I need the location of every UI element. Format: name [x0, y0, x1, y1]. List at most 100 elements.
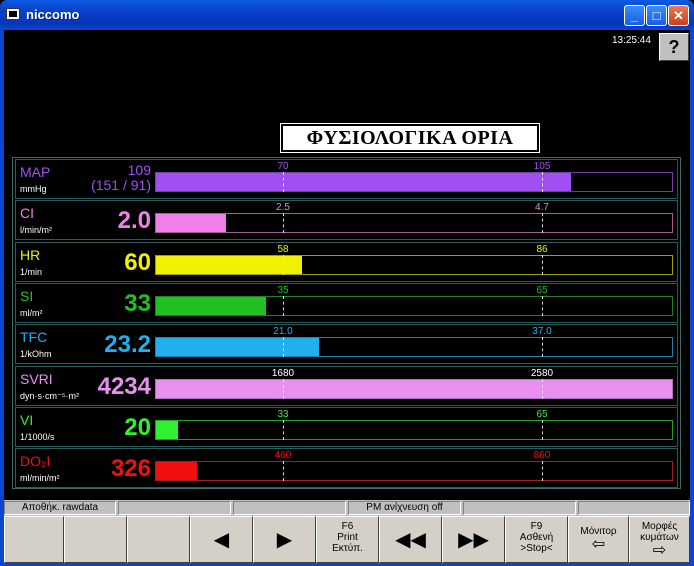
close-button[interactable]: ✕ [668, 5, 689, 26]
range-high-label: 65 [536, 284, 548, 296]
close-icon: ✕ [673, 8, 684, 23]
arrow-left-icon: ⇦ [591, 536, 606, 553]
print-label: Print [337, 532, 358, 543]
param-bar-track [155, 254, 673, 275]
param-bar-fill [156, 173, 572, 191]
title-bar: niccomo _ □ ✕ [0, 0, 694, 30]
param-row-map: MAP mmHg 109 (151 / 91) 70 105 [15, 159, 678, 199]
arrow-right-icon: ⇨ [652, 542, 667, 559]
maximize-button[interactable]: □ [646, 5, 667, 26]
parameters-panel: MAP mmHg 109 (151 / 91) 70 105 CI l/min/m² 2.0 2.… [12, 157, 681, 489]
range-low-label: 70 [277, 161, 289, 172]
param-bar-fill [156, 296, 266, 315]
status-field-6 [578, 501, 690, 515]
fkey-empty-3[interactable] [127, 516, 190, 563]
param-value: 326 [110, 455, 151, 483]
rewind-button[interactable]: ◀◀ [379, 516, 442, 563]
status-bar: Αποθήκ. rawdata PM ανίχνευση off [4, 500, 690, 516]
param-row-do₂i: DO₂I ml/min/m² 326 460 860 [15, 448, 678, 489]
range-high-label: 4.7 [535, 202, 549, 214]
param-value: 4234 [97, 372, 151, 400]
range-low-label: 1680 [271, 367, 295, 379]
param-bar-fill [156, 338, 319, 357]
patient-stop-button[interactable]: F9 Ασθενή >Stop< [505, 516, 568, 563]
param-bar-track [155, 213, 673, 234]
param-bar-fill [156, 420, 179, 439]
monitor-button[interactable]: Μόνιτορ ⇦ [568, 516, 629, 563]
range-low-marker [283, 172, 284, 192]
param-name: SI [20, 287, 34, 304]
app-icon [6, 8, 20, 20]
range-low-marker [283, 461, 284, 482]
range-low-marker [283, 419, 284, 440]
range-low-marker [283, 254, 284, 275]
param-unit: 1/kOhm [20, 349, 52, 360]
range-low-label: 2.5 [276, 202, 290, 214]
param-unit: mmHg [20, 184, 47, 194]
param-value-group: 109 (151 / 91) [91, 163, 151, 193]
param-bar-fill [156, 214, 226, 233]
help-button[interactable]: ? [659, 33, 689, 61]
range-high-label: 860 [533, 450, 551, 462]
param-unit: 1/1000/s [20, 431, 55, 442]
param-unit: dyn·s·cm⁻⁵·m² [20, 390, 79, 401]
page-title: ΦΥΣΙΟΛΟΓΙΚΑ ΟΡΙΑ [281, 124, 539, 152]
param-unit: ml/min/m² [20, 473, 60, 484]
maximize-icon: □ [652, 8, 661, 23]
triangle-right-icon: ▶ [276, 529, 293, 551]
range-high-marker [542, 254, 543, 275]
param-name: DO₂I [20, 453, 51, 470]
range-low-label: 460 [274, 450, 292, 462]
param-row-hr: HR 1/min 60 58 86 [15, 241, 678, 282]
status-field-5 [463, 501, 576, 515]
param-value: 23.2 [104, 331, 151, 359]
status-field-3 [233, 501, 346, 515]
param-bar-track [155, 461, 673, 482]
param-name: CI [20, 205, 34, 222]
param-bar-track [155, 337, 673, 358]
next-button[interactable]: ▶ [253, 516, 316, 563]
param-value: 33 [124, 289, 151, 317]
range-high-label: 86 [536, 243, 548, 255]
param-bar-track [155, 419, 673, 440]
print-button[interactable]: F6 Print Εκτύπ. [316, 516, 379, 563]
range-low-label: 35 [277, 284, 289, 296]
waveforms-button[interactable]: Μορφές κυμάτων ⇨ [629, 516, 690, 563]
previous-button[interactable]: ◀ [190, 516, 253, 563]
range-high-marker [542, 461, 543, 482]
param-value: 20 [124, 413, 151, 441]
param-sub-value: (151 / 91) [91, 177, 151, 193]
fkey-empty-1[interactable] [4, 516, 64, 563]
waveforms-label-1: Μορφές [641, 521, 678, 532]
param-name: HR [20, 246, 41, 263]
param-row-ci: CI l/min/m² 2.0 2.5 4.7 [15, 200, 678, 241]
status-pm-detection: PM ανίχνευση off [348, 501, 461, 515]
range-high-label: 65 [536, 408, 548, 420]
param-row-tfc: TFC 1/kOhm 23.2 21.0 37.0 [15, 324, 678, 365]
param-row-svri: SVRI dyn·s·cm⁻⁵·m² 4234 1680 2580 [15, 365, 678, 406]
param-row-vi: VI 1/1000/s 20 33 65 [15, 406, 678, 447]
window-title: niccomo [26, 7, 80, 22]
range-high-marker [542, 378, 543, 399]
range-low-marker [283, 378, 284, 399]
range-high-label: 105 [533, 161, 551, 172]
triangle-left-icon: ◀ [213, 529, 230, 551]
f9-key-label: F9 [530, 521, 543, 532]
fast-forward-button[interactable]: ▶▶ [442, 516, 505, 563]
param-bar-track [155, 172, 673, 192]
f6-key-label: F6 [341, 521, 354, 532]
param-name: SVRI [20, 370, 53, 387]
fkey-empty-2[interactable] [64, 516, 127, 563]
range-high-label: 37.0 [532, 326, 552, 338]
minimize-button[interactable]: _ [624, 5, 645, 26]
range-low-label: 21.0 [273, 326, 293, 338]
window-frame-left [0, 30, 4, 566]
param-bar-fill [156, 379, 672, 398]
range-high-marker [542, 295, 543, 316]
param-bar-fill [156, 462, 198, 481]
fast-forward-icon: ▶▶ [458, 529, 489, 551]
range-high-marker [542, 419, 543, 440]
param-value: 109 [127, 162, 151, 178]
rewind-icon: ◀◀ [395, 529, 426, 551]
param-bar-track [155, 378, 673, 399]
